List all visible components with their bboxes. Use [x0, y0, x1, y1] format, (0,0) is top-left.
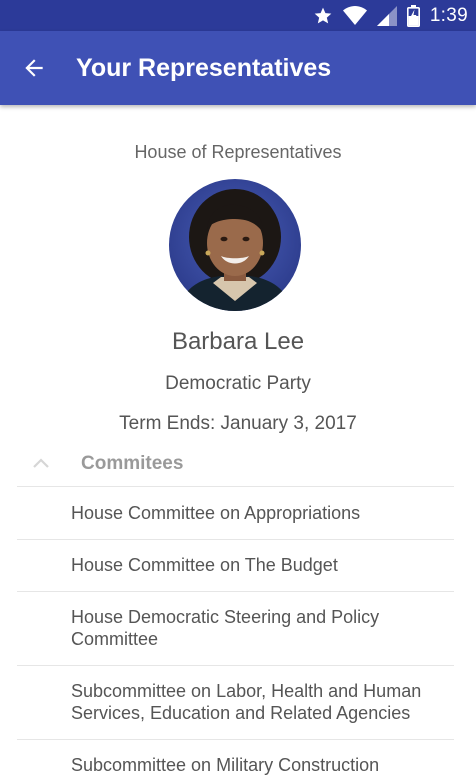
representative-photo — [169, 179, 301, 311]
committee-item[interactable]: House Democratic Steering and Policy Com… — [17, 591, 454, 665]
committees-header: Commitees — [81, 453, 184, 474]
term-ends-label: Term Ends: January 3, 2017 — [119, 413, 357, 434]
chamber-label: House of Representatives — [134, 142, 342, 162]
arrow-back-icon — [25, 59, 43, 77]
status-bar: 1:39 — [0, 0, 476, 31]
star-icon — [313, 6, 333, 26]
cell-signal-icon — [376, 5, 397, 26]
wifi-icon — [342, 5, 367, 26]
committee-item[interactable]: Subcommittee on Military Construction — [17, 739, 454, 784]
status-time: 1:39 — [429, 4, 468, 26]
committee-item[interactable]: House Committee on The Budget — [17, 539, 454, 591]
battery-charging-icon — [406, 4, 420, 27]
page-title: Your Representatives — [76, 54, 332, 82]
committee-list: House Committee on Appropriations House … — [17, 486, 454, 784]
committee-item[interactable]: Subcommittee on Labor, Health and Human … — [17, 665, 454, 739]
representative-detail: House of Representatives Barbara Lee Dem… — [0, 105, 476, 784]
committees-toggle[interactable]: Commitees — [17, 442, 454, 486]
chevron-up-icon — [32, 456, 50, 474]
party-label: Democratic Party — [165, 373, 311, 394]
status-icons: 1:39 — [313, 0, 468, 31]
app-bar: Your Representatives — [0, 31, 476, 105]
committee-item[interactable]: House Committee on Appropriations — [17, 486, 454, 539]
representative-name: Barbara Lee — [171, 328, 305, 355]
back-button[interactable] — [18, 52, 50, 84]
